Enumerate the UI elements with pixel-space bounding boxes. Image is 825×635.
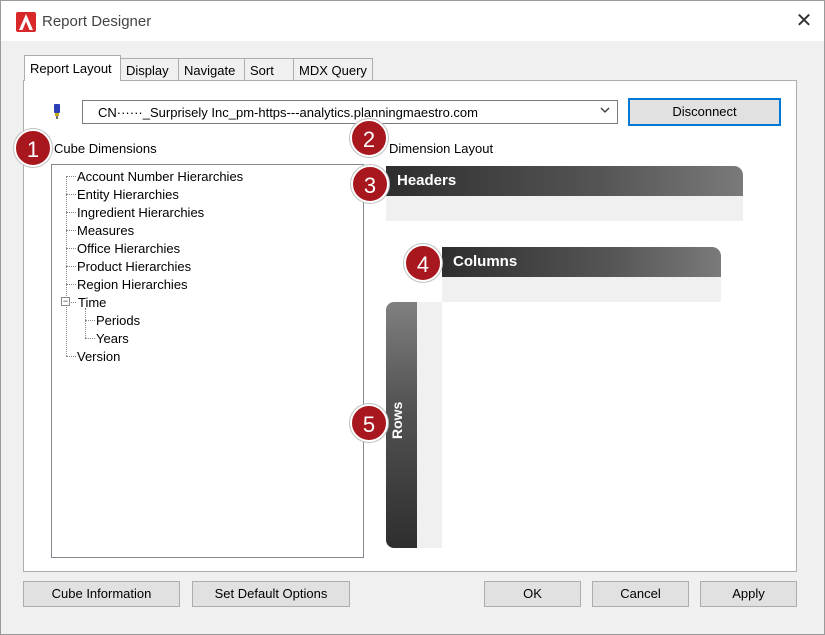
tree-item-region-hierarchies[interactable]: Region Hierarchies: [77, 277, 188, 292]
tab-mdx-query[interactable]: MDX Query: [293, 58, 373, 80]
columns-drop-area[interactable]: [442, 277, 721, 302]
dimension-layout-label: Dimension Layout: [389, 141, 494, 156]
set-default-options-button[interactable]: Set Default Options: [192, 581, 350, 607]
columns-bar: Columns: [442, 247, 721, 277]
window-title: Report Designer: [42, 13, 152, 30]
cube-dimensions-label: Cube Dimensions: [54, 141, 157, 156]
app-logo-icon: [16, 12, 36, 32]
headers-bar: Headers: [386, 166, 743, 196]
cube-information-button[interactable]: Cube Information: [23, 581, 180, 607]
headers-drop-area[interactable]: [386, 196, 743, 221]
cube-dimensions-tree[interactable]: − Account Number Hierarchies Entity Hier…: [51, 164, 364, 558]
cancel-button[interactable]: Cancel: [592, 581, 689, 607]
tree-item-entity-hierarchies[interactable]: Entity Hierarchies: [77, 187, 179, 202]
callout-badge-1: 1: [14, 129, 52, 167]
tree-item-office-hierarchies[interactable]: Office Hierarchies: [77, 241, 180, 256]
tree-item-time[interactable]: Time: [78, 295, 106, 310]
tree-item-version[interactable]: Version: [77, 349, 120, 364]
tab-report-layout[interactable]: Report Layout: [24, 55, 121, 81]
report-designer-window: Report Designer ✕ Report Layout Display …: [0, 0, 825, 635]
tab-sort[interactable]: Sort: [244, 58, 294, 80]
columns-label: Columns: [453, 253, 518, 270]
title-bar: Report Designer ✕: [1, 1, 824, 41]
headers-label: Headers: [397, 172, 457, 189]
connection-select-value: CN······_Surprisely Inc_pm-https---analy…: [98, 105, 478, 120]
tree-item-measures[interactable]: Measures: [77, 223, 134, 238]
connection-icon: [51, 102, 65, 120]
tree-item-product-hierarchies[interactable]: Product Hierarchies: [77, 259, 191, 274]
callout-badge-2: 2: [350, 119, 388, 157]
tree-item-account-number-hierarchies[interactable]: Account Number Hierarchies: [77, 169, 243, 184]
tab-display[interactable]: Display: [120, 58, 179, 80]
rows-drop-area[interactable]: [417, 302, 442, 548]
ok-button[interactable]: OK: [484, 581, 581, 607]
tree-item-periods[interactable]: Periods: [96, 313, 140, 328]
callout-badge-4: 4: [404, 244, 442, 282]
tree-item-years[interactable]: Years: [96, 331, 129, 346]
callout-badge-5: 5: [350, 404, 388, 442]
chevron-down-icon[interactable]: [599, 104, 611, 119]
disconnect-button[interactable]: Disconnect: [628, 98, 781, 126]
collapse-time-icon[interactable]: −: [61, 297, 70, 306]
tree-item-ingredient-hierarchies[interactable]: Ingredient Hierarchies: [77, 205, 204, 220]
rows-label: Rows: [389, 401, 405, 439]
callout-badge-3: 3: [351, 165, 389, 203]
close-icon[interactable]: ✕: [792, 10, 816, 34]
tab-navigate[interactable]: Navigate: [178, 58, 245, 80]
apply-button[interactable]: Apply: [700, 581, 797, 607]
connection-select[interactable]: CN······_Surprisely Inc_pm-https---analy…: [82, 100, 618, 124]
